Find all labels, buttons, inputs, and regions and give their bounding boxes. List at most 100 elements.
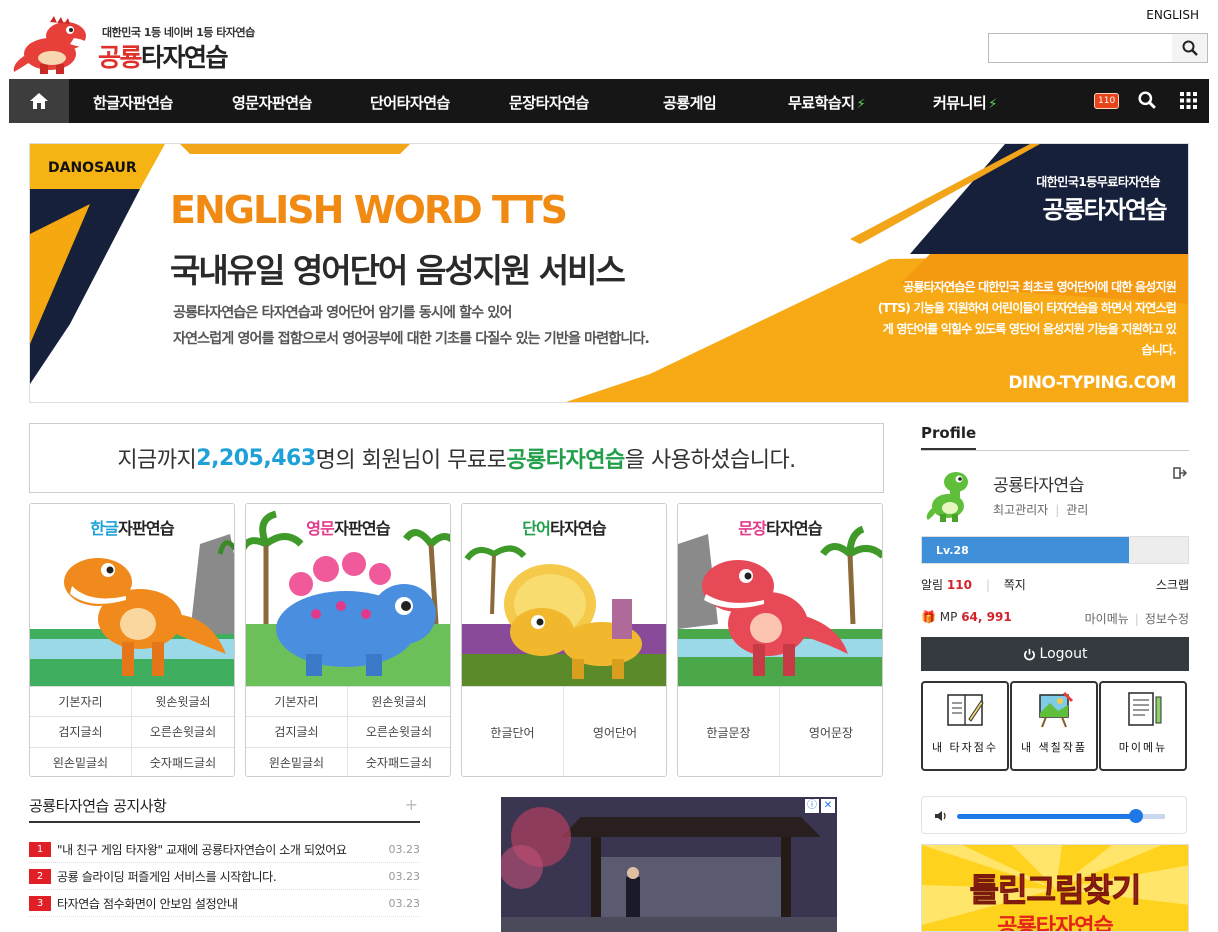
card-menu: 기본자리 윈손윗글쇠 검지글쇠 오른손윗글쇠 윈손밑글쇠 숫자패드글쇠	[246, 686, 450, 776]
menu-left-upper[interactable]: 윈손윗글쇠	[348, 687, 450, 718]
member-count-box: 지금까지 2,205,463 명의 회원님이 무료로 공룡타자연습 을 사용하셨…	[29, 423, 884, 493]
volume-icon[interactable]	[934, 810, 948, 822]
profile-exit-button[interactable]	[1173, 465, 1188, 484]
profile-role: 최고관리자 | 관리	[993, 503, 1089, 517]
promo-banner[interactable]: 틀린그림찾기 공룡타자연습	[921, 844, 1189, 932]
edit-info-link[interactable]: 정보수정	[1145, 612, 1189, 626]
notebook-icon	[947, 694, 984, 726]
banner-title: ENGLISH WORD TTS	[170, 188, 568, 232]
menu-left-lower[interactable]: 윈손밑글쇠	[246, 747, 348, 776]
nav-item-english-keyboard[interactable]: 영문자판연습	[232, 92, 312, 113]
nav-label: 커뮤니티	[933, 94, 987, 112]
card-english-keyboard: 영문자판연습 기본자리 윈손윗글쇠 검지글쇠 오른손윗글쇠 윈손밑글쇠 숫자패드…	[245, 503, 451, 777]
notice-text[interactable]: "내 친구 게임 타자왕" 교재에 공룡타자연습이 소개 되었어요	[57, 841, 387, 858]
card-menu: 한글단어 영어단어	[462, 686, 666, 776]
english-link[interactable]: ENGLISH	[1146, 8, 1199, 22]
tile-label: 내 색칠작품	[1020, 741, 1088, 754]
profile-points-row: 🎁 MP 64, 991 마이메뉴 | 정보수정	[921, 610, 1189, 626]
notice-more-button[interactable]: +	[405, 795, 418, 814]
notice-date: 03.23	[388, 842, 421, 856]
my-score-tile[interactable]: 내 타자점수	[921, 681, 1009, 771]
menu-korean-sentences[interactable]: 한글문장	[678, 687, 780, 776]
menu-numpad[interactable]: 숫자패드글쇠	[132, 748, 234, 776]
my-menu-tile[interactable]: 마이메뉴	[1099, 681, 1187, 771]
notice-text[interactable]: 공룡 슬라이딩 퍼즐게임 서비스를 시작합니다.	[57, 868, 387, 885]
ad-close-icon[interactable]: ✕	[821, 799, 835, 813]
card-title: 영문자판연습	[246, 515, 450, 539]
ad-info-icon[interactable]: ⓘ	[805, 799, 819, 813]
notice-row[interactable]: 3 타자연습 점수화면이 안보임 설정안내 03.23	[29, 890, 420, 917]
mp-value: 64, 991	[961, 610, 1012, 624]
site-logo[interactable]: 대한민국 1등 네이버 1등 타자연습 공룡타자연습	[10, 14, 255, 76]
member-brand: 공룡타자연습	[506, 448, 625, 473]
menu-english-sentences[interactable]: 영어문장	[780, 687, 882, 776]
hero-banner[interactable]: DANOSAUR ENGLISH WORD TTS 국내유일 영어단어 음성지원…	[29, 143, 1189, 403]
alarm-link[interactable]: 알림 110	[921, 578, 972, 592]
mp-label: MP	[939, 610, 958, 624]
menu-right-upper[interactable]: 오른손윗글쇠	[132, 717, 234, 748]
card-title: 문장타자연습	[678, 515, 882, 539]
nav-item-word-typing[interactable]: 단어타자연습	[370, 92, 450, 113]
banner-desc-line1: 공룡타자연습은 타자연습과 영어단어 암기를 동시에 할수 있어	[173, 305, 512, 321]
menu-home-row[interactable]: 기본자리	[246, 687, 348, 718]
volume-slider-handle[interactable]	[1128, 809, 1143, 823]
menu-home-row[interactable]: 기본자리	[30, 687, 132, 718]
menu-numpad[interactable]: 숫자패드글쇠	[348, 748, 450, 776]
nav-item-dino-game[interactable]: 공룡게임	[663, 92, 717, 113]
banner-right-tagline: 대한민국1등무료타자연습	[1036, 175, 1160, 189]
level-bar: Lv.28	[921, 536, 1189, 564]
note-link[interactable]: 쪽지	[1004, 578, 1026, 592]
card-title-rest: 자판연습	[334, 519, 390, 538]
notice-row[interactable]: 2 공룡 슬라이딩 퍼즐게임 서비스를 시작합니다. 03.23	[29, 863, 420, 890]
scrap-link[interactable]: 스크랩	[1156, 576, 1189, 593]
profile-name: 공룡타자연습	[993, 476, 1084, 496]
menu-left-upper[interactable]: 윗손윗글쇠	[132, 687, 234, 718]
menu-english-words[interactable]: 영어단어	[564, 687, 666, 776]
power-icon	[1023, 648, 1035, 660]
menu-index-keys[interactable]: 검지글쇠	[30, 717, 132, 748]
nav-menu-button[interactable]	[1180, 92, 1197, 113]
menu-right-upper[interactable]: 오른손윗글쇠	[348, 717, 450, 748]
profile-links-row: 알림 110 | 쪽지 스크랩	[921, 576, 1189, 593]
search-input[interactable]	[988, 33, 1173, 63]
menu-index-keys[interactable]: 검지글쇠	[246, 717, 348, 748]
member-suffix: 을 사용하셨습니다.	[624, 448, 796, 473]
logo-brand-red: 공룡	[98, 43, 143, 72]
nav-item-korean-keyboard[interactable]: 한글자판연습	[93, 92, 173, 113]
nav-item-sentence-typing[interactable]: 문장타자연습	[509, 92, 589, 113]
profile-manage-link[interactable]: 관리	[1066, 503, 1088, 517]
search-button[interactable]	[1172, 33, 1208, 63]
promo-subtitle: 공룡타자연습	[997, 915, 1113, 932]
nav-item-free-worksheet[interactable]: 무료학습지 ⚡	[788, 92, 866, 113]
advertisement[interactable]: ⓘ ✕	[501, 797, 837, 932]
audio-player	[921, 796, 1187, 834]
notice-number: 2	[29, 868, 51, 884]
notice-text[interactable]: 타자연습 점수화면이 안보임 설정안내	[57, 895, 387, 912]
nav-label: 무료학습지	[788, 94, 855, 112]
logo-brand-rest: 타자연습	[141, 43, 229, 72]
nav-item-community[interactable]: 커뮤니티 ⚡	[933, 92, 997, 113]
home-button[interactable]	[9, 79, 69, 123]
banner-right-desc: 공룡타자연습은 대한민국 최초로 영어단어에 대한 음성지원(TTS) 기능을 …	[877, 280, 1177, 357]
notice-header: 공룡타자연습 공지사항 +	[29, 795, 420, 823]
level-label: Lv.28	[936, 544, 969, 557]
my-coloring-tile[interactable]: 내 색칠작품	[1010, 681, 1098, 771]
menu-left-lower[interactable]: 왼손밑글쇠	[30, 747, 132, 776]
grid-icon	[1180, 92, 1197, 109]
member-middle: 명의 회원님이 무료로	[315, 448, 507, 473]
easel-icon	[1039, 691, 1074, 728]
card-title: 한글자판연습	[30, 515, 234, 539]
main-nav: 한글자판연습 영문자판연습 단어타자연습 문장타자연습 공룡게임 무료학습지 ⚡ …	[9, 79, 1209, 123]
notice-row[interactable]: 1 "내 친구 게임 타자왕" 교재에 공룡타자연습이 소개 되었어요 03.2…	[29, 836, 420, 863]
banner-brand: DANOSAUR	[48, 160, 137, 176]
mymenu-link[interactable]: 마이메뉴	[1085, 612, 1129, 626]
avatar	[926, 472, 968, 522]
logout-button[interactable]: Logout	[921, 637, 1189, 671]
document-icon	[1128, 692, 1162, 726]
menu-korean-words[interactable]: 한글단어	[462, 687, 564, 776]
notification-badge[interactable]: 110	[1094, 93, 1120, 109]
card-title: 단어타자연습	[462, 515, 666, 539]
nav-search-button[interactable]	[1138, 91, 1156, 113]
banner-subtitle: 국내유일 영어단어 음성지원 서비스	[170, 251, 626, 290]
card-title-highlight: 단어	[522, 519, 551, 538]
